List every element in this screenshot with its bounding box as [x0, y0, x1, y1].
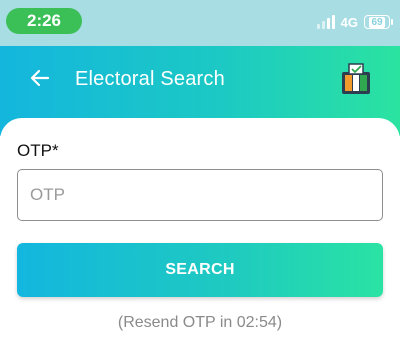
form-card: [0, 118, 400, 343]
search-button[interactable]: SEARCH: [17, 243, 383, 297]
signal-icon: [316, 15, 335, 29]
resend-otp-timer: (Resend OTP in 02:54): [117, 314, 283, 331]
ballot-box-logo-icon: [342, 63, 370, 94]
time-display: 2:26: [6, 8, 82, 34]
page-title: Electoral Search: [75, 68, 225, 90]
status-bar: 2:26 4G 69: [0, 0, 400, 46]
network-type: 4G: [340, 14, 358, 30]
battery-icon: 69: [364, 15, 393, 29]
battery-level: 69: [369, 16, 385, 28]
status-icons: 4G 69: [316, 12, 393, 32]
arrow-left-icon[interactable]: [28, 66, 52, 90]
otp-input[interactable]: [17, 169, 383, 221]
otp-label: OTP*: [17, 141, 59, 160]
